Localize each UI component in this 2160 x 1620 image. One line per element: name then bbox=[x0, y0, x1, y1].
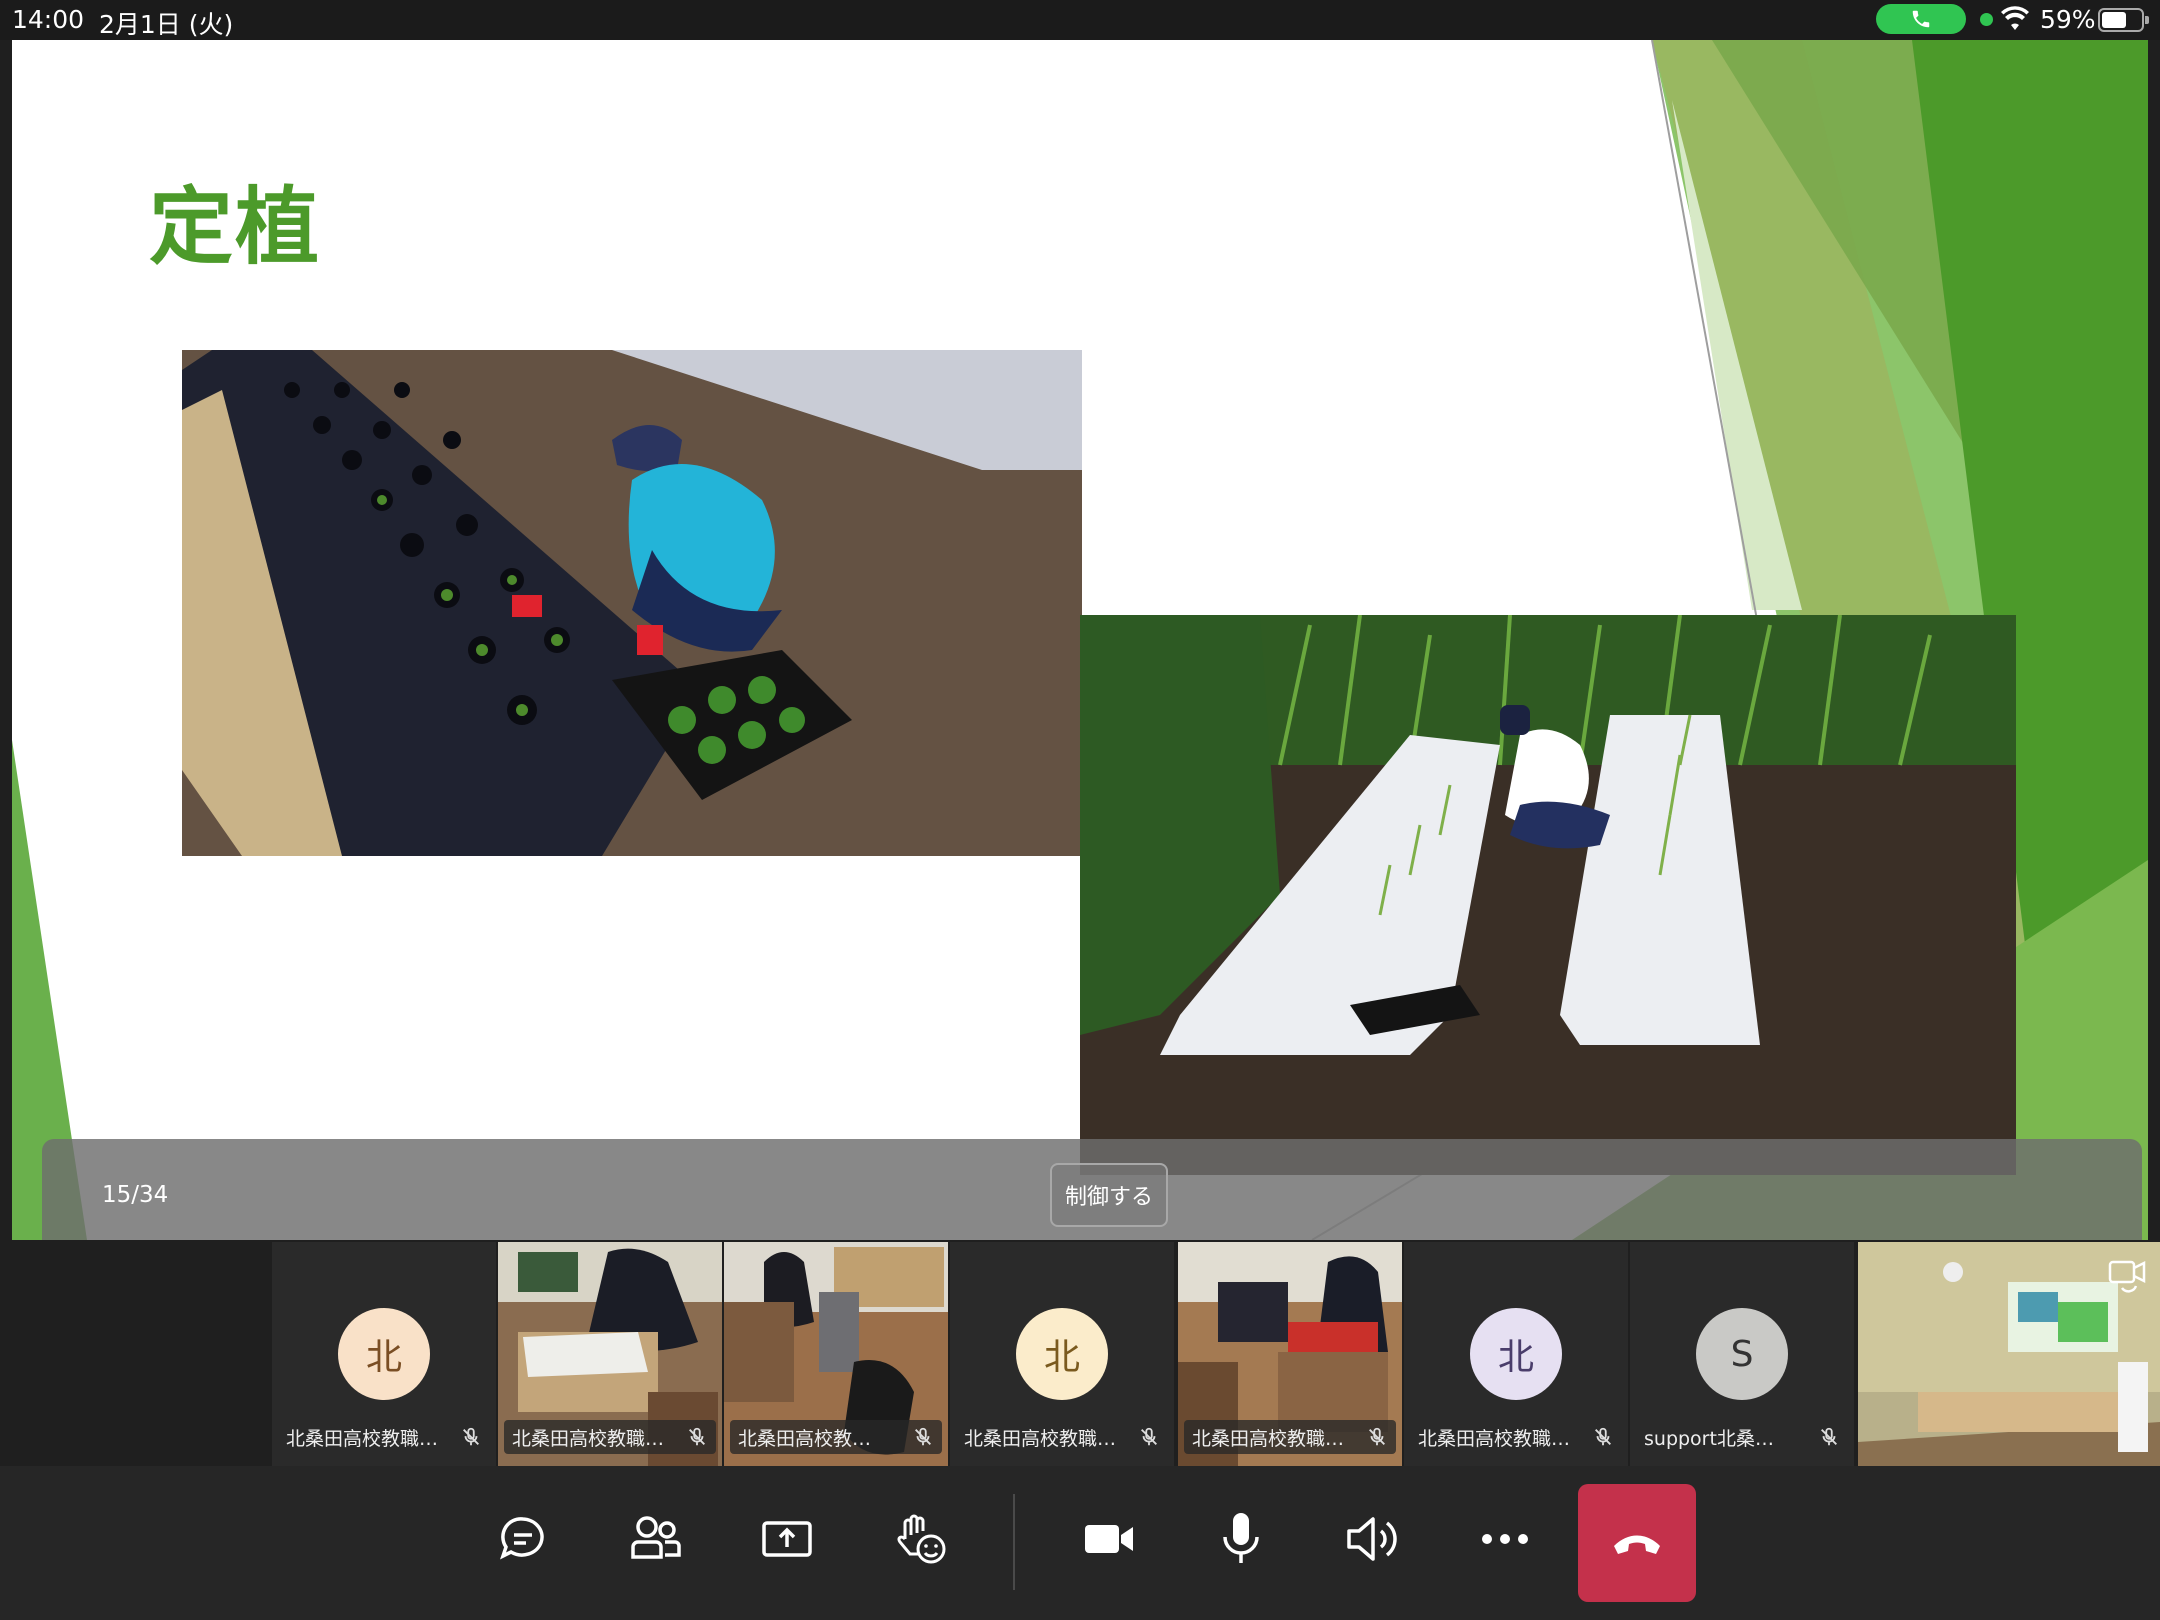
phone-icon bbox=[1912, 10, 1930, 28]
hang-up-button[interactable] bbox=[1578, 1484, 1696, 1602]
muted-mic-icon bbox=[915, 1427, 931, 1446]
participant-name-label: 北桑田高校教職… bbox=[1184, 1420, 1396, 1454]
switch-camera-icon[interactable] bbox=[2106, 1254, 2150, 1294]
speaker-icon bbox=[1347, 1517, 1397, 1561]
raise-hand-icon bbox=[897, 1514, 946, 1564]
participant-name-label: 北桑田高校教職… bbox=[504, 1420, 716, 1454]
participant-name-label: support北桑… bbox=[1636, 1420, 1848, 1454]
planting-photo-2 bbox=[1080, 615, 2016, 1175]
battery-percentage: 59% bbox=[2040, 5, 2096, 34]
participant-tile[interactable]: 北 北桑田高校教職… bbox=[950, 1242, 1174, 1466]
participant-name: support北桑… bbox=[1644, 1427, 1774, 1450]
participant-avatar: S bbox=[1696, 1308, 1788, 1400]
camera-button[interactable] bbox=[1074, 1504, 1144, 1574]
self-video-tile[interactable] bbox=[1858, 1242, 2160, 1466]
participant-strip: 北 北桑田高校教職… 北桑田高校教職… 北桑田高校教… 北 北桑田高校教職… 北… bbox=[0, 1242, 2160, 1466]
participant-name-label: 北桑田高校教… bbox=[730, 1420, 942, 1454]
participant-tile[interactable]: 北桑田高校教職… bbox=[1178, 1242, 1402, 1466]
mic-in-use-dot bbox=[1980, 13, 1993, 26]
speaker-button[interactable] bbox=[1338, 1504, 1408, 1574]
participant-name-label: 北桑田高校教職… bbox=[1410, 1420, 1622, 1454]
participant-name: 北桑田高校教職… bbox=[1192, 1427, 1345, 1450]
planting-photo-1 bbox=[182, 350, 1082, 856]
wifi-icon bbox=[2001, 6, 2029, 30]
participant-name: 北桑田高校教職… bbox=[512, 1427, 665, 1450]
share-button[interactable] bbox=[752, 1504, 822, 1574]
participant-tile[interactable]: 北 北桑田高校教職… bbox=[1404, 1242, 1628, 1466]
participant-name-label: 北桑田高校教職… bbox=[278, 1420, 490, 1454]
status-time: 14:00 bbox=[12, 5, 85, 34]
more-icon bbox=[1482, 1534, 1528, 1544]
microphone-icon bbox=[1223, 1513, 1259, 1563]
hang-up-icon bbox=[1614, 1535, 1660, 1554]
toolbar-divider bbox=[1013, 1494, 1015, 1590]
camera-icon bbox=[1085, 1525, 1133, 1553]
chat-button[interactable] bbox=[488, 1504, 558, 1574]
participant-avatar: 北 bbox=[1470, 1308, 1562, 1400]
participant-tile[interactable]: S support北桑… bbox=[1630, 1242, 1854, 1466]
muted-mic-icon bbox=[1595, 1427, 1611, 1446]
shared-slide: 定植 15/34 制御する bbox=[12, 40, 2148, 1240]
chat-icon bbox=[500, 1517, 544, 1560]
participant-avatar: 北 bbox=[338, 1308, 430, 1400]
slide-counter: 15/34 bbox=[102, 1182, 169, 1208]
muted-mic-icon bbox=[689, 1427, 705, 1446]
participant-name-label: 北桑田高校教職… bbox=[956, 1420, 1168, 1454]
muted-mic-icon bbox=[1141, 1427, 1157, 1446]
people-icon bbox=[631, 1516, 681, 1559]
planting-photo-1-image bbox=[182, 350, 1082, 856]
meeting-toolbar bbox=[0, 1466, 2160, 1620]
status-date: 2月1日 (火) bbox=[99, 10, 234, 39]
slide-control-bar: 15/34 制御する bbox=[42, 1139, 2142, 1240]
take-control-button[interactable]: 制御する bbox=[1050, 1163, 1168, 1227]
participant-name: 北桑田高校教職… bbox=[964, 1427, 1117, 1450]
participant-name: 北桑田高校教職… bbox=[286, 1427, 439, 1450]
microphone-button[interactable] bbox=[1206, 1504, 1276, 1574]
more-options-button[interactable] bbox=[1470, 1504, 1540, 1574]
planting-photo-2-image bbox=[1080, 615, 2016, 1175]
reactions-button[interactable] bbox=[886, 1504, 956, 1574]
battery-icon bbox=[2098, 8, 2149, 32]
participant-name: 北桑田高校教… bbox=[738, 1427, 872, 1450]
muted-mic-icon bbox=[1821, 1427, 1837, 1446]
active-call-indicator[interactable] bbox=[1876, 4, 1966, 34]
participants-button[interactable] bbox=[620, 1504, 690, 1574]
slide-title: 定植 bbox=[149, 178, 322, 276]
participant-tile[interactable]: 北桑田高校教職… bbox=[498, 1242, 722, 1466]
muted-mic-icon bbox=[463, 1427, 479, 1446]
participant-tile[interactable]: 北桑田高校教… bbox=[724, 1242, 948, 1466]
participant-tile[interactable]: 北 北桑田高校教職… bbox=[272, 1242, 496, 1466]
share-icon bbox=[762, 1521, 812, 1557]
muted-mic-icon bbox=[1369, 1427, 1385, 1446]
participant-name: 北桑田高校教職… bbox=[1418, 1427, 1571, 1450]
status-bar: 14:00 2月1日 (火) 59% bbox=[0, 0, 2160, 40]
participant-avatar: 北 bbox=[1016, 1308, 1108, 1400]
